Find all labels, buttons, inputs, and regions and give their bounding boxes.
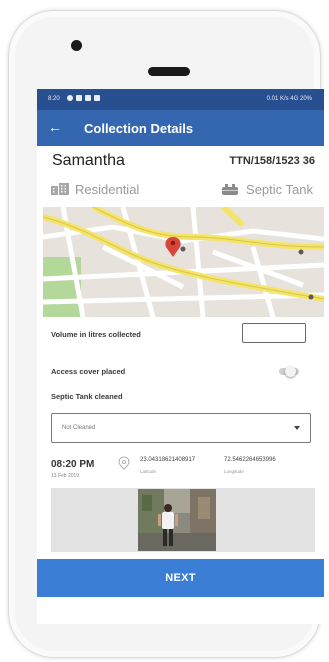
status-time: 8:20 bbox=[48, 96, 60, 102]
caret-down-icon bbox=[294, 426, 300, 430]
phone-frame: 8:20 0.01 K/s 4G 20% ← Collection Detail… bbox=[8, 10, 324, 658]
longitude-value: 72.5462264653996 bbox=[224, 457, 276, 463]
capture-date: 13 Feb 2019 bbox=[51, 473, 80, 479]
facebook-icon bbox=[85, 95, 91, 101]
front-camera bbox=[71, 40, 82, 51]
whatsapp-icon bbox=[67, 95, 73, 101]
ticket-number: TTN/158/1523 36 bbox=[229, 155, 315, 167]
containment-type: Septic Tank bbox=[221, 181, 313, 197]
status-indicators: 0.01 K/s 4G 20% bbox=[266, 96, 312, 102]
app-bar: ← Collection Details bbox=[37, 110, 324, 146]
facebook-icon bbox=[76, 95, 82, 101]
longitude-label: Longitude bbox=[224, 469, 244, 474]
volume-input[interactable] bbox=[242, 323, 306, 343]
earpiece-speaker bbox=[148, 67, 190, 76]
capture-time: 08:20 PM bbox=[51, 459, 95, 470]
property-type-label: Residential bbox=[75, 181, 140, 197]
location-map[interactable] bbox=[42, 204, 324, 318]
access-cover-toggle[interactable] bbox=[277, 366, 301, 377]
septic-cleaned-select[interactable]: Not Cleaned bbox=[51, 413, 311, 443]
containment-type-label: Septic Tank bbox=[246, 181, 313, 197]
property-type: Residential bbox=[51, 181, 139, 197]
latitude-label: Latitude bbox=[140, 469, 157, 474]
back-arrow-icon[interactable]: ← bbox=[48, 119, 62, 135]
volume-label: Volume in litres collected bbox=[51, 330, 141, 339]
map-view bbox=[42, 204, 324, 318]
location-pin-icon bbox=[118, 456, 130, 470]
status-bar: 8:20 0.01 K/s 4G 20% bbox=[37, 89, 324, 110]
building-icon bbox=[51, 183, 69, 195]
page-title: Collection Details bbox=[84, 121, 194, 136]
septic-cleaned-value: Not Cleaned bbox=[62, 425, 96, 431]
septic-tank-icon bbox=[222, 184, 239, 195]
app-screen: 8:20 0.01 K/s 4G 20% ← Collection Detail… bbox=[37, 89, 324, 624]
access-cover-label: Access cover placed bbox=[51, 367, 126, 376]
toggle-knob bbox=[285, 366, 296, 377]
photo-container bbox=[51, 488, 315, 552]
captured-photo[interactable] bbox=[138, 489, 216, 551]
septic-cleaned-label: Septic Tank cleaned bbox=[51, 392, 123, 401]
notification-icons bbox=[67, 95, 100, 101]
latitude-value: 23.04318621408917 bbox=[140, 457, 196, 463]
customer-name: Samantha bbox=[52, 152, 125, 169]
next-button[interactable]: NEXT bbox=[37, 559, 324, 597]
gallery-icon bbox=[94, 95, 100, 101]
